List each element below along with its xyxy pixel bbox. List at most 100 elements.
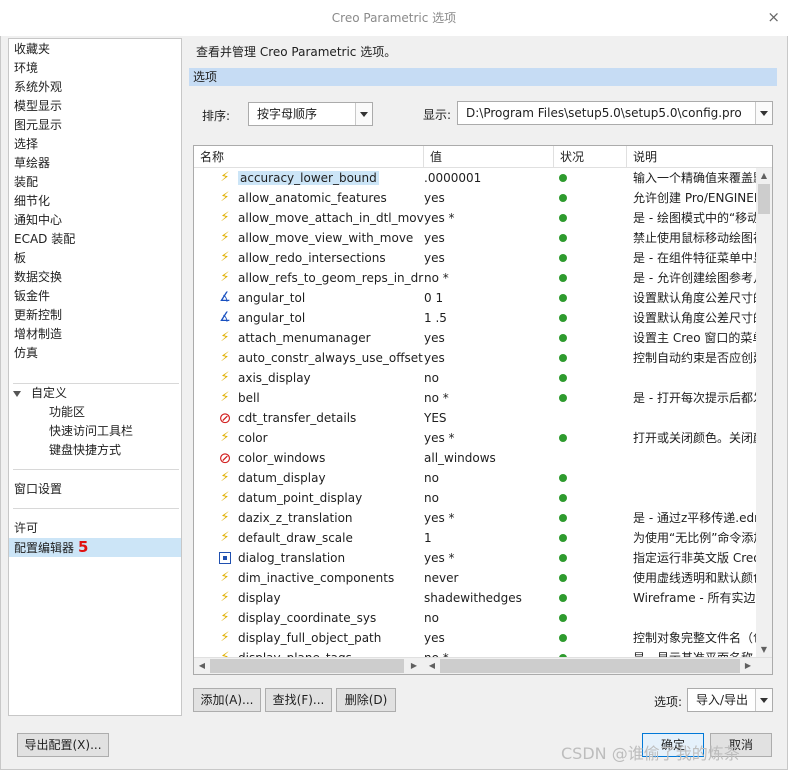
- option-name[interactable]: color: [238, 428, 424, 448]
- option-value[interactable]: no *: [424, 388, 552, 408]
- table-row[interactable]: ⚡ default_draw_scale 1 为使用“无比例”命令添加: [194, 528, 756, 548]
- chevron-down-icon[interactable]: [13, 390, 21, 397]
- table-row[interactable]: ⚡ bell no * 是 - 打开每次提示后都发: [194, 388, 756, 408]
- sidebar-item[interactable]: 增材制造: [9, 325, 181, 344]
- sidebar-item-license[interactable]: 许可: [9, 519, 181, 538]
- config-file-dropdown[interactable]: D:\Program Files\setup5.0\setup5.0\confi…: [457, 101, 773, 125]
- sidebar-item[interactable]: 系统外观: [9, 78, 181, 97]
- table-row[interactable]: ⚡ display_full_object_path yes 控制对象完整文件名（包: [194, 628, 756, 648]
- column-header-name[interactable]: 名称: [194, 146, 424, 168]
- chevron-down-icon[interactable]: [755, 689, 772, 711]
- sidebar-item[interactable]: 收藏夹: [9, 40, 181, 59]
- table-row[interactable]: ⚡ allow_move_view_with_move yes 禁止使用鼠标移动绘图视…: [194, 228, 756, 248]
- option-value[interactable]: shadewithedges: [424, 588, 552, 608]
- option-value[interactable]: .0000001: [424, 168, 552, 188]
- name-column-scroll-thumb[interactable]: [210, 659, 404, 673]
- option-value[interactable]: never: [424, 568, 552, 588]
- option-name[interactable]: bell: [238, 388, 424, 408]
- table-row[interactable]: ⚡ axis_display no: [194, 368, 756, 388]
- table-row[interactable]: ⊘ color_windows all_windows: [194, 448, 756, 468]
- option-name[interactable]: default_draw_scale: [238, 528, 424, 548]
- find-button[interactable]: 查找(F)...: [265, 688, 332, 712]
- option-value[interactable]: yes *: [424, 208, 552, 228]
- table-scroll-thumb[interactable]: [440, 659, 740, 673]
- option-name[interactable]: display_coordinate_sys: [238, 608, 424, 628]
- table-row[interactable]: ⚡ accuracy_lower_bound .0000001 输入一个精确值来覆盖默…: [194, 168, 756, 188]
- option-name[interactable]: auto_constr_always_use_offset: [238, 348, 424, 368]
- scroll-right-icon[interactable]: ▶: [408, 658, 420, 674]
- option-name[interactable]: allow_redo_intersections: [238, 248, 424, 268]
- option-value[interactable]: no: [424, 468, 552, 488]
- option-name[interactable]: angular_tol: [238, 308, 424, 328]
- option-value[interactable]: yes: [424, 188, 552, 208]
- scroll-left-icon[interactable]: ◀: [426, 658, 438, 674]
- sidebar-item[interactable]: 草绘器: [9, 154, 181, 173]
- option-name[interactable]: attach_menumanager: [238, 328, 424, 348]
- option-name[interactable]: datum_display: [238, 468, 424, 488]
- option-name[interactable]: datum_point_display: [238, 488, 424, 508]
- option-name[interactable]: angular_tol: [238, 288, 424, 308]
- option-name[interactable]: allow_refs_to_geom_reps_in_drws: [238, 268, 424, 288]
- option-value[interactable]: 0 1: [424, 288, 552, 308]
- table-row[interactable]: ⚡ color yes * 打开或关闭颜色。关闭颜色: [194, 428, 756, 448]
- scroll-left-icon[interactable]: ◀: [196, 658, 208, 674]
- table-row[interactable]: ⚡ allow_anatomic_features yes 允许创建 Pro/ENGI…: [194, 188, 756, 208]
- vertical-scrollbar[interactable]: ▲ ▼: [756, 168, 772, 658]
- option-name[interactable]: display: [238, 588, 424, 608]
- sidebar-item[interactable]: 钣金件: [9, 287, 181, 306]
- sidebar-item[interactable]: 通知中心: [9, 211, 181, 230]
- table-row[interactable]: ⚡ datum_point_display no: [194, 488, 756, 508]
- delete-button[interactable]: 删除(D): [336, 688, 396, 712]
- scroll-right-icon[interactable]: ▶: [742, 658, 754, 674]
- option-value[interactable]: 1 .5: [424, 308, 552, 328]
- table-row[interactable]: ⚡ allow_refs_to_geom_reps_in_drws no * 是 - …: [194, 268, 756, 288]
- table-row[interactable]: ⚡ display_coordinate_sys no: [194, 608, 756, 628]
- table-row[interactable]: dialog_translation yes * 指定运行非英文版 Creo: [194, 548, 756, 568]
- sidebar-item[interactable]: 板: [9, 249, 181, 268]
- sidebar-item-config-editor[interactable]: 配置编辑器 5: [9, 538, 181, 557]
- sidebar-group-customize[interactable]: 自定义: [13, 384, 67, 403]
- column-header-description[interactable]: 说明: [627, 146, 772, 168]
- table-row[interactable]: ⚡ allow_move_attach_in_dtl_move yes * 是 - 绘…: [194, 208, 756, 228]
- sidebar-item-window-settings[interactable]: 窗口设置: [9, 480, 181, 499]
- sidebar-item-ribbon[interactable]: 功能区: [49, 403, 85, 422]
- sidebar-item[interactable]: 模型显示: [9, 97, 181, 116]
- option-name[interactable]: allow_move_attach_in_dtl_move: [238, 208, 424, 228]
- sidebar-item[interactable]: 环境: [9, 59, 181, 78]
- sidebar-item[interactable]: 细节化: [9, 192, 181, 211]
- option-value[interactable]: yes: [424, 628, 552, 648]
- close-icon[interactable]: ×: [767, 8, 780, 26]
- import-export-dropdown[interactable]: 导入/导出: [687, 688, 773, 712]
- option-name[interactable]: color_windows: [238, 448, 424, 468]
- scroll-down-icon[interactable]: ▼: [756, 642, 772, 658]
- sidebar-item[interactable]: 更新控制: [9, 306, 181, 325]
- option-name[interactable]: allow_anatomic_features: [238, 188, 424, 208]
- sidebar-item[interactable]: 数据交换: [9, 268, 181, 287]
- option-value[interactable]: yes *: [424, 508, 552, 528]
- table-row[interactable]: ⚡ datum_display no: [194, 468, 756, 488]
- option-value[interactable]: no: [424, 368, 552, 388]
- option-value[interactable]: yes: [424, 248, 552, 268]
- option-value[interactable]: yes *: [424, 428, 552, 448]
- option-name[interactable]: allow_move_view_with_move: [238, 228, 424, 248]
- sidebar-item[interactable]: 仿真: [9, 344, 181, 363]
- table-row[interactable]: ⊘ cdt_transfer_details YES: [194, 408, 756, 428]
- option-value[interactable]: yes *: [424, 548, 552, 568]
- option-name[interactable]: dazix_z_translation: [238, 508, 424, 528]
- table-row[interactable]: ⚡ auto_constr_always_use_offset yes 控制自动约束是…: [194, 348, 756, 368]
- sidebar-item[interactable]: 图元显示: [9, 116, 181, 135]
- table-row[interactable]: ∡ angular_tol 1 .5 设置默认角度公差尺寸的: [194, 308, 756, 328]
- option-value[interactable]: 1: [424, 528, 552, 548]
- option-value[interactable]: all_windows: [424, 448, 552, 468]
- option-name[interactable]: accuracy_lower_bound: [238, 168, 424, 188]
- option-name[interactable]: axis_display: [238, 368, 424, 388]
- sidebar-item[interactable]: 选择: [9, 135, 181, 154]
- sort-dropdown[interactable]: 按字母顺序: [248, 102, 373, 126]
- table-row[interactable]: ∡ angular_tol 0 1 设置默认角度公差尺寸的: [194, 288, 756, 308]
- option-name[interactable]: dialog_translation: [238, 548, 424, 568]
- sidebar-item[interactable]: 装配: [9, 173, 181, 192]
- option-name[interactable]: display_full_object_path: [238, 628, 424, 648]
- option-value[interactable]: no: [424, 608, 552, 628]
- horizontal-scrollbar[interactable]: ◀ ▶ ◀ ▶: [194, 657, 772, 674]
- scroll-thumb[interactable]: [758, 184, 770, 214]
